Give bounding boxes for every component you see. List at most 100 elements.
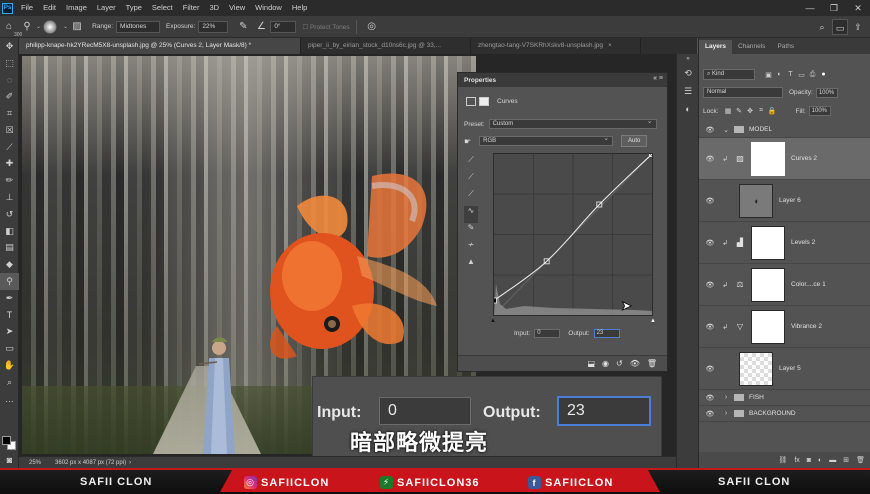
healing-brush-tool-icon[interactable]: ✚ [0, 156, 19, 173]
dodge-tool-icon[interactable]: ⚲ [18, 21, 36, 32]
search-icon[interactable]: ⌕ [814, 19, 830, 35]
menu-type[interactable]: Type [121, 0, 147, 16]
menu-help[interactable]: Help [287, 0, 312, 16]
menu-view[interactable]: View [224, 0, 250, 16]
gradient-tool-icon[interactable]: ▤ [0, 240, 19, 257]
add-mask-icon[interactable]: ◙ [807, 457, 811, 464]
visibility-eye-icon[interactable]: 👁 [699, 323, 721, 331]
fx-icon[interactable]: fx [794, 457, 799, 464]
foreground-color-swatch[interactable] [2, 436, 11, 445]
curves-adjustment-icon[interactable] [466, 97, 476, 106]
minimize-icon[interactable]: — [798, 0, 822, 16]
channel-select[interactable]: RGB [479, 135, 614, 146]
clone-stamp-tool-icon[interactable]: ⊥ [0, 189, 19, 206]
restore-icon[interactable]: ❐ [822, 0, 846, 16]
layer-mask-thumbnail[interactable] [751, 141, 785, 176]
layer-row-color-balance-1[interactable]: 👁 ↲ ⚖ Color....ce 1 [699, 264, 870, 306]
zoom-level[interactable]: 25% [29, 460, 41, 466]
visibility-icon[interactable]: 👁 [630, 359, 640, 368]
group-collapsed-chevron-icon[interactable]: › [721, 410, 731, 417]
pressure-icon[interactable]: ◎ [363, 21, 381, 32]
collapse-icon[interactable]: » [677, 54, 699, 64]
lock-all-icon[interactable]: 🔒 [767, 107, 778, 115]
layer-mask-icon[interactable] [479, 97, 489, 106]
panel-menu-icon[interactable]: « ≡ [653, 75, 663, 82]
delete-icon[interactable]: 🗑 [647, 359, 657, 368]
smooth-curve-icon[interactable]: ≁ [464, 240, 478, 257]
visibility-eye-icon[interactable]: 👁 [699, 126, 721, 134]
layer-thumbnail[interactable] [739, 351, 773, 386]
midtone-eyedropper-icon[interactable]: ⟋ [464, 172, 478, 189]
new-adjustment-icon[interactable]: ◐ [818, 457, 822, 464]
layer-row-curves-2[interactable]: 👁 ↲ ▨ Curves 2 [699, 138, 870, 180]
close-icon[interactable]: ✕ [846, 0, 870, 16]
lock-artboard-icon[interactable]: ⌗ [756, 107, 767, 115]
adjustment-filter-icon[interactable]: ◐ [774, 71, 785, 78]
marquee-tool-icon[interactable]: ⬚ [0, 55, 19, 72]
type-filter-icon[interactable]: T [785, 71, 796, 78]
frame-tool-icon[interactable]: ☒ [0, 122, 19, 139]
dodge-tool-icon[interactable]: ⚲ [0, 273, 19, 290]
tab-channels[interactable]: Channels [732, 40, 771, 54]
move-tool-icon[interactable]: ✥ [0, 38, 19, 55]
adjustments-panel-icon[interactable]: ◐ [677, 100, 699, 118]
pixel-filter-icon[interactable]: ▣ [763, 71, 774, 79]
layer-row-layer-6[interactable]: 👁 ◖ Layer 6 [699, 180, 870, 222]
new-group-icon[interactable]: ▬ [829, 457, 836, 464]
highlight-eyedropper-icon[interactable]: ⟋ [464, 189, 478, 206]
tab-document-3[interactable]: zhengtao-tang-V7SKRhXskv8-unsplash.jpg × [471, 38, 641, 54]
share-icon[interactable]: ⇪ [850, 19, 866, 35]
opacity-input[interactable]: 100% [815, 87, 838, 98]
layer-row-levels-2[interactable]: 👁 ↲ ▟ Levels 2 [699, 222, 870, 264]
lasso-tool-icon[interactable]: ◌ [0, 72, 19, 89]
group-expanded-chevron-icon[interactable]: ⌄ [721, 126, 731, 134]
blend-mode-select[interactable]: Normal [703, 87, 783, 98]
home-icon[interactable]: ⌂ [0, 21, 18, 32]
brush-tool-icon[interactable]: ✏ [0, 172, 19, 189]
fill-input[interactable]: 100% [808, 106, 831, 116]
history-panel-icon[interactable]: ⟲ [677, 64, 699, 82]
visibility-eye-icon[interactable]: 👁 [699, 281, 721, 289]
delete-layer-icon[interactable]: 🗑 [856, 456, 865, 464]
target-adjust-icon[interactable]: ☛ [464, 137, 471, 146]
menu-file[interactable]: File [16, 0, 38, 16]
protect-tones-checkbox[interactable]: ☐ Protect Tones [302, 23, 349, 31]
white-point-slider-icon[interactable]: ▲ [650, 318, 656, 324]
visibility-eye-icon[interactable]: 👁 [699, 410, 721, 418]
tab-paths[interactable]: Paths [771, 40, 800, 54]
type-tool-icon[interactable]: T [0, 307, 19, 324]
visibility-eye-icon[interactable]: 👁 [699, 239, 721, 247]
new-layer-icon[interactable]: ⊞ [843, 456, 849, 464]
layer-row-background[interactable]: 👁 › BACKGROUND [699, 406, 870, 422]
menu-select[interactable]: Select [147, 0, 178, 16]
layer-row-model[interactable]: 👁 ⌄ MODEL [699, 122, 870, 138]
tab-document-2[interactable]: piper_ii_by_eirian_stock_d10ns6c.jpg @ 3… [301, 38, 471, 54]
lock-pixels-icon[interactable]: ✎ [734, 107, 745, 115]
blur-tool-icon[interactable]: ◆ [0, 256, 19, 273]
lock-position-icon[interactable]: ✥ [745, 107, 756, 115]
tool-preset-chevron-icon[interactable]: ⌄ [36, 23, 41, 30]
status-arrow-icon[interactable]: › [129, 460, 131, 466]
range-select[interactable]: Midtones [116, 20, 161, 33]
exposure-input[interactable]: 22% [198, 20, 229, 33]
reset-icon[interactable]: ↺ [616, 359, 623, 368]
brush-preview-icon[interactable] [43, 19, 58, 34]
tab-document-1[interactable]: philipp-knape-hk2YRecM5X8-unsplash.jpg @… [19, 38, 301, 54]
menu-edit[interactable]: Edit [38, 0, 61, 16]
rectangle-tool-icon[interactable]: ▭ [0, 340, 19, 357]
close-tab-icon[interactable]: × [608, 42, 612, 49]
angle-icon[interactable]: ∠ [252, 21, 270, 32]
layer-mask-thumbnail[interactable] [751, 267, 785, 302]
filter-toggle-icon[interactable]: ● [818, 71, 829, 78]
smart-object-filter-icon[interactable]: ⎙ [807, 71, 818, 79]
output-field[interactable]: 23 [593, 329, 620, 338]
crop-tool-icon[interactable]: ⌗ [0, 105, 19, 122]
eraser-tool-icon[interactable]: ◧ [0, 223, 19, 240]
airbrush-icon[interactable]: ✎ [234, 21, 252, 32]
hand-tool-icon[interactable]: ✋ [0, 357, 19, 374]
menu-image[interactable]: Image [61, 0, 92, 16]
view-previous-icon[interactable]: ◉ [602, 359, 609, 368]
group-collapsed-chevron-icon[interactable]: › [721, 394, 731, 401]
clip-to-layer-icon[interactable]: ⬓ [587, 359, 595, 368]
input-field[interactable]: 0 [534, 329, 561, 338]
